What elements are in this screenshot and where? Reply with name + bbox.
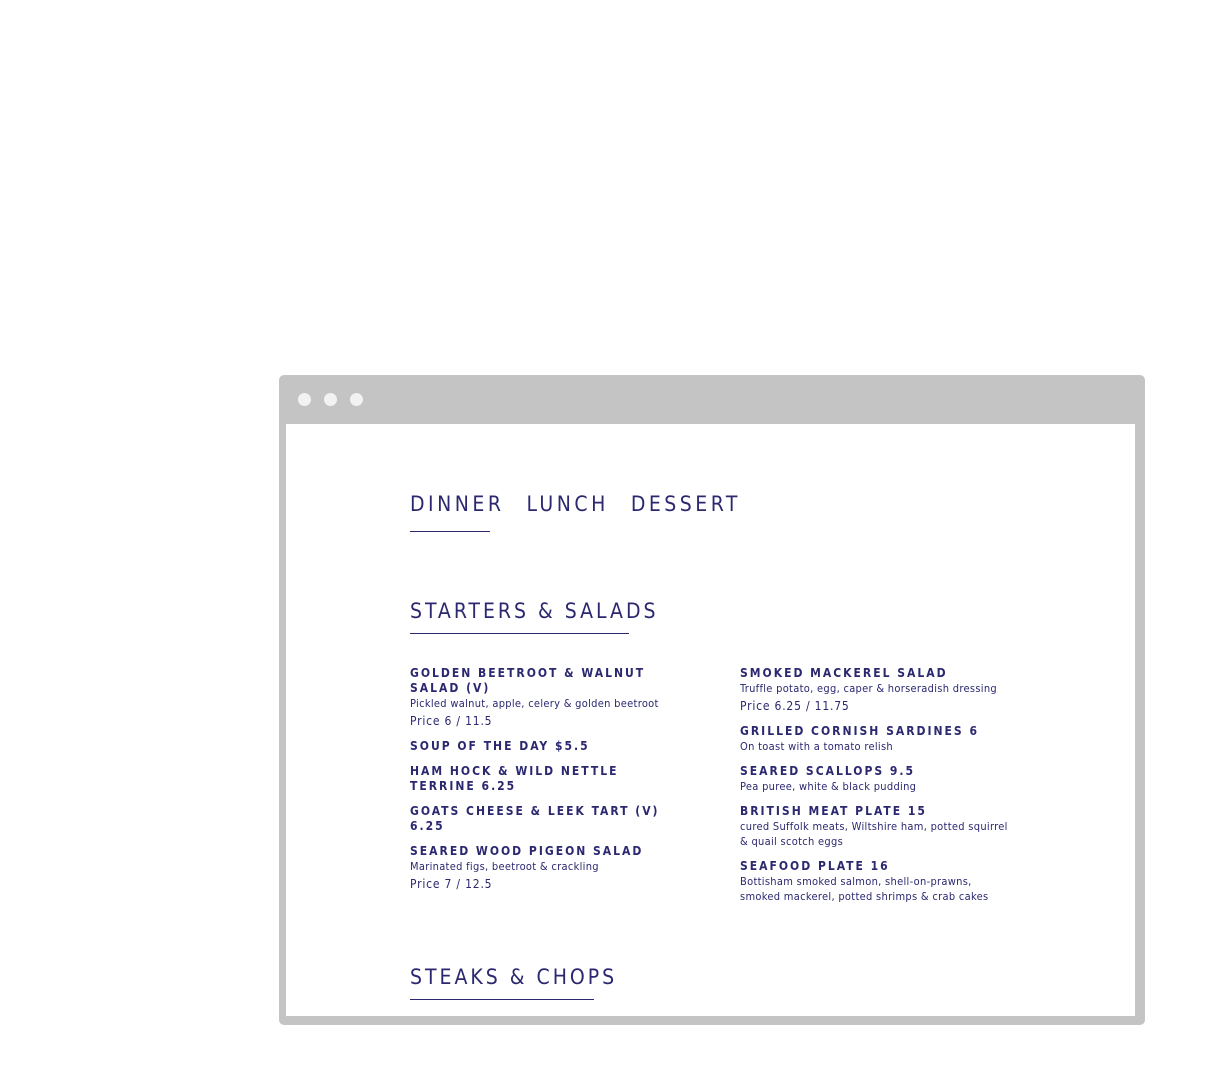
menu-item: SMOKED MACKEREL SALAD Truffle potato, eg… — [740, 666, 1010, 714]
menu-tabs: DINNER LUNCH DESSERT — [410, 492, 741, 516]
menu-item-name: SEARED SCALLOPS 9.5 — [740, 764, 916, 778]
menu-item: GRILLED CORNISH SARDINES 6 On toast with… — [740, 724, 1010, 754]
menu-item: SEARED SCALLOPS 9.5 Pea puree, white & b… — [740, 764, 1010, 794]
menu-item-description: Pea puree, white & black pudding — [740, 780, 917, 793]
tab-dinner[interactable]: DINNER — [410, 492, 504, 516]
menu-item-name: GOLDEN BEETROOT & WALNUT SALAD (V) — [410, 666, 646, 695]
section-divider-steaks — [410, 999, 594, 1000]
menu-item-description: cured Suffolk meats, Wiltshire ham, pott… — [740, 820, 1008, 848]
menu-item-price: Price 6.25 / 11.75 — [740, 699, 850, 713]
active-tab-underline — [410, 531, 490, 532]
menu-column-left: GOLDEN BEETROOT & WALNUT SALAD (V) Pickl… — [410, 666, 680, 902]
menu-item-name: GRILLED CORNISH SARDINES 6 — [740, 724, 979, 738]
tab-dessert[interactable]: DESSERT — [631, 492, 741, 516]
close-dot-icon[interactable] — [298, 393, 311, 406]
menu-item-description: Truffle potato, egg, caper & horseradish… — [740, 682, 997, 695]
menu-item-name: SOUP OF THE DAY $5.5 — [410, 739, 590, 753]
menu-column-right: SMOKED MACKEREL SALAD Truffle potato, eg… — [740, 666, 1010, 914]
menu-item: SEARED WOOD PIGEON SALAD Marinated figs,… — [410, 844, 680, 892]
menu-item: SEAFOOD PLATE 16 Bottisham smoked salmon… — [740, 859, 1010, 904]
page-content: DINNER LUNCH DESSERT STARTERS & SALADS G… — [286, 424, 1135, 1016]
maximize-dot-icon[interactable] — [350, 393, 363, 406]
menu-item-description: Bottisham smoked salmon, shell-on-prawns… — [740, 875, 989, 903]
menu-item-name: SEARED WOOD PIGEON SALAD — [410, 844, 644, 858]
menu-item: SOUP OF THE DAY $5.5 — [410, 739, 680, 754]
menu-item-name: SEAFOOD PLATE 16 — [740, 859, 890, 873]
menu-item-price: Price 6 / 11.5 — [410, 714, 493, 728]
menu-item-name: GOATS CHEESE & LEEK TART (V) 6.25 — [410, 804, 660, 833]
section-title-steaks: STEAKS & CHOPS — [410, 965, 618, 989]
menu-item: HAM HOCK & WILD NETTLE TERRINE 6.25 — [410, 764, 680, 794]
menu-item-description: On toast with a tomato relish — [740, 740, 893, 753]
tab-lunch[interactable]: LUNCH — [526, 492, 608, 516]
menu-item-name: BRITISH MEAT PLATE 15 — [740, 804, 927, 818]
minimize-dot-icon[interactable] — [324, 393, 337, 406]
menu-item-description: Pickled walnut, apple, celery & golden b… — [410, 697, 659, 710]
menu-item: BRITISH MEAT PLATE 15 cured Suffolk meat… — [740, 804, 1010, 849]
menu-item-description: Marinated figs, beetroot & crackling — [410, 860, 599, 873]
menu-item: GOLDEN BEETROOT & WALNUT SALAD (V) Pickl… — [410, 666, 680, 729]
menu-item: GOATS CHEESE & LEEK TART (V) 6.25 — [410, 804, 680, 834]
menu-item-name: SMOKED MACKEREL SALAD — [740, 666, 948, 680]
section-title-starters: STARTERS & SALADS — [410, 599, 659, 623]
browser-window: DINNER LUNCH DESSERT STARTERS & SALADS G… — [279, 375, 1145, 1025]
menu-item-price: Price 7 / 12.5 — [410, 877, 493, 891]
window-controls — [298, 393, 363, 406]
section-divider-starters — [410, 633, 629, 634]
menu-item-name: HAM HOCK & WILD NETTLE TERRINE 6.25 — [410, 764, 619, 793]
